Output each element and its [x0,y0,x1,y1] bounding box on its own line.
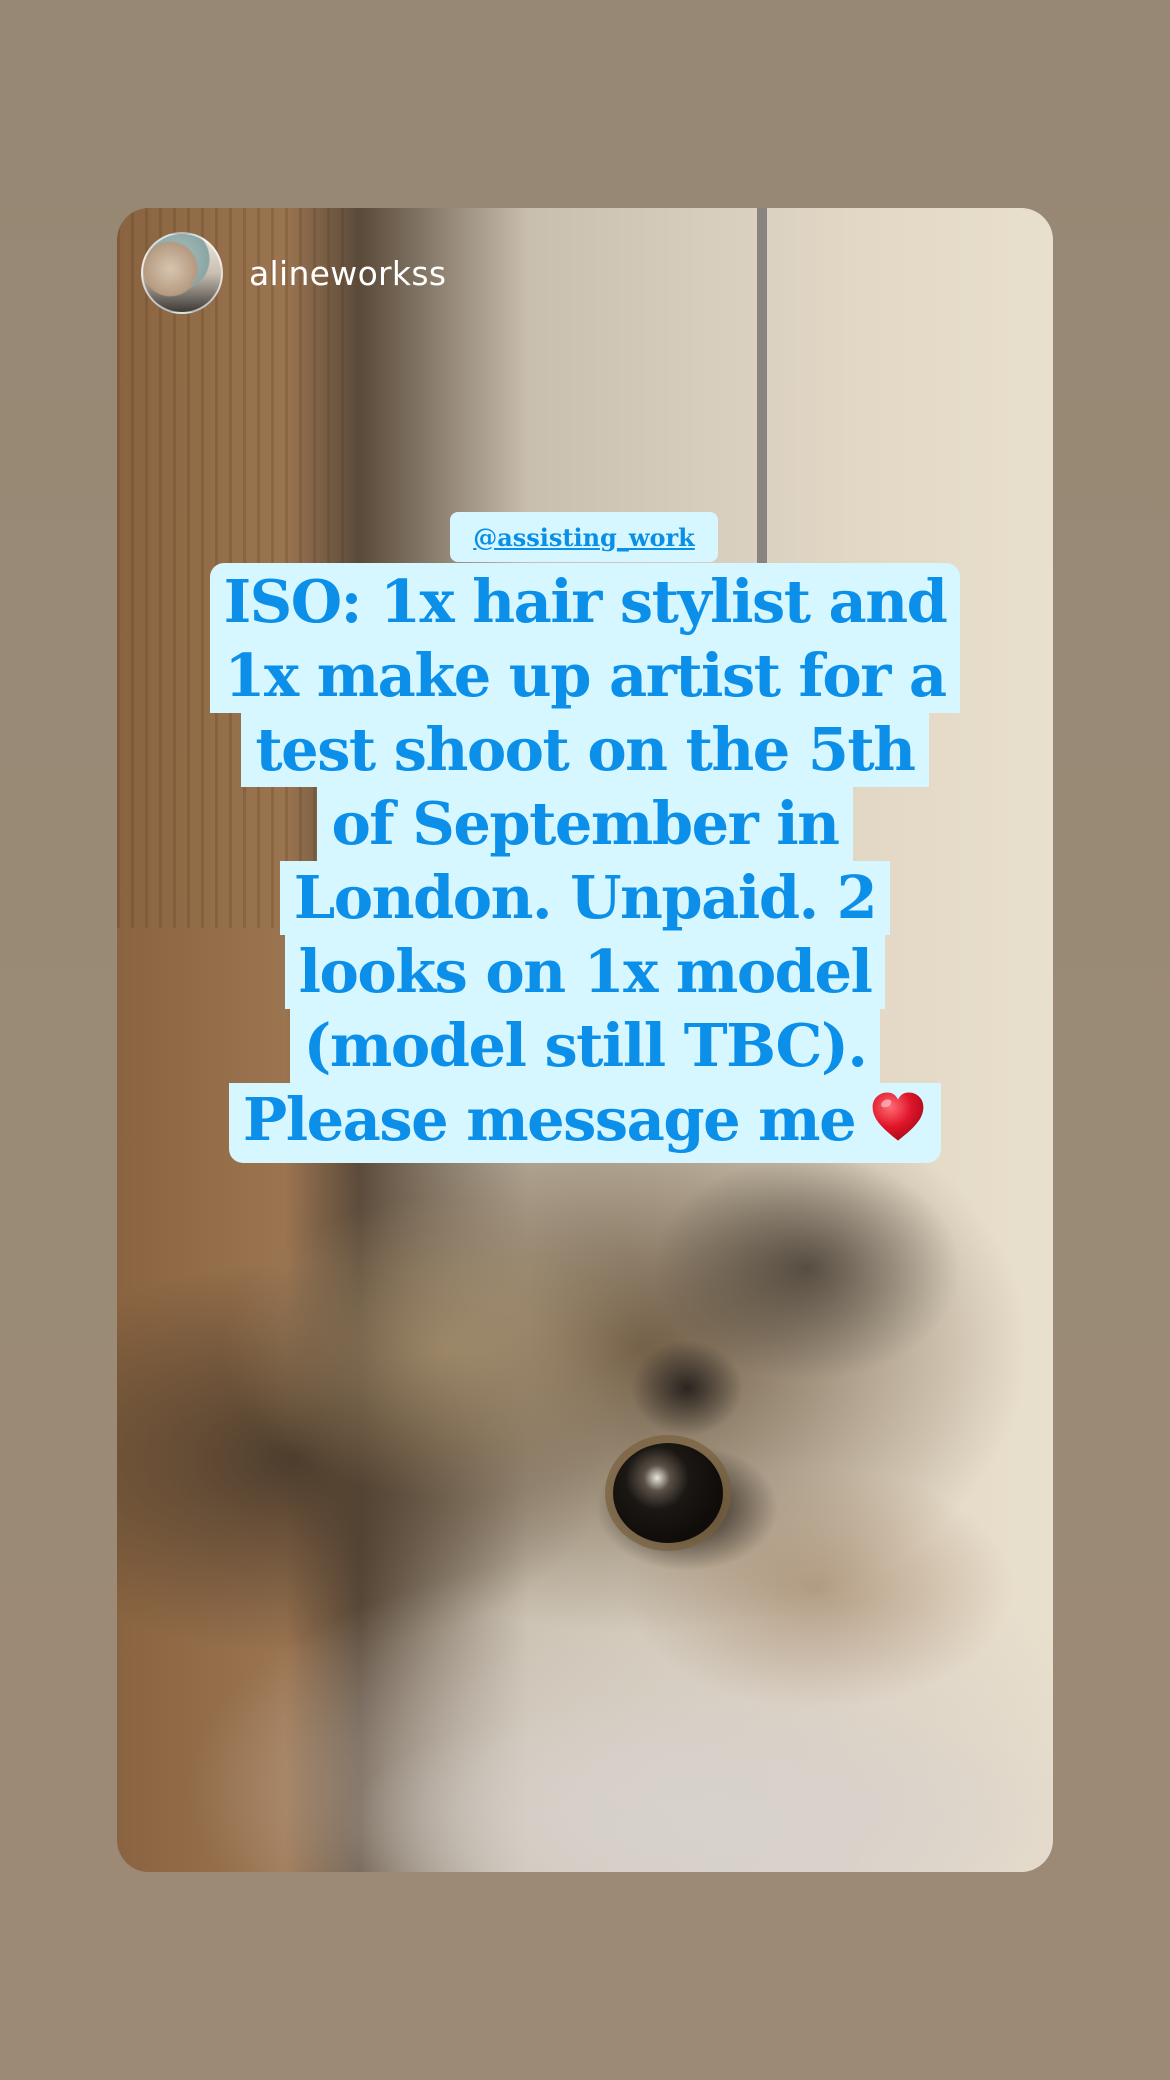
cat-eye [613,1443,723,1543]
heart-icon [869,1088,927,1146]
username[interactable]: alineworkss [249,254,446,293]
mention-sticker[interactable]: @assisting_work [450,512,718,562]
caption-line: ISO: 1x hair stylist and [209,563,961,639]
story-header: alineworkss [141,232,446,314]
caption-line: 1x make up artist for a [210,639,960,713]
caption-line: looks on 1x model [284,935,886,1009]
caption-line: of September in [317,787,853,861]
story-card[interactable]: alineworkss @assisting_work ISO: 1x hair… [117,208,1053,1872]
caption-line: London. Unpaid. 2 [279,861,891,935]
caption-line-last: Please message me [228,1083,942,1163]
caption-text: ISO: 1x hair stylist and 1x make up arti… [117,563,1053,1163]
caption-line-text: Please message me [242,1085,857,1154]
caption-line: (model still TBC). [289,1009,881,1083]
caption-line: test shoot on the 5th [241,713,929,787]
avatar[interactable] [141,232,223,314]
